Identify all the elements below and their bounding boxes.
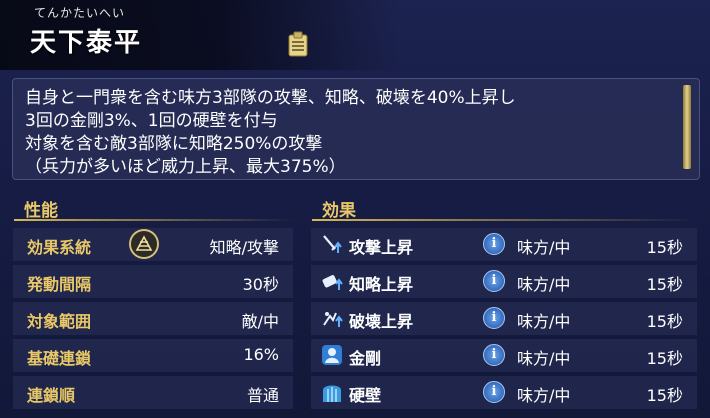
scrollbar-thumb[interactable]	[683, 85, 691, 169]
effect-duration: 15秒	[646, 349, 683, 368]
effect-row: 金剛 i 味方/中 15秒	[311, 339, 697, 372]
destruction-up-icon	[323, 312, 343, 327]
effects-panel: 攻撃上昇 i 味方/中 15秒 知略上昇 i 味方/中 15秒 破壊上昇 i 味…	[311, 228, 697, 410]
title-ruby: てんかたいへい	[34, 6, 126, 20]
info-icon[interactable]: i	[483, 381, 505, 403]
description-line: 自身と一門衆を含む味方3部隊の攻撃、知略、破壊を40%上昇し	[25, 88, 516, 108]
effect-target: 味方/中	[517, 349, 571, 368]
effect-target: 味方/中	[517, 386, 571, 405]
info-icon[interactable]: i	[483, 270, 505, 292]
info-icon[interactable]: i	[483, 344, 505, 366]
effect-duration: 15秒	[646, 386, 683, 405]
effect-duration: 15秒	[646, 312, 683, 331]
info-icon[interactable]: i	[483, 307, 505, 329]
performance-row-chain-order: 連鎖順 普通	[13, 376, 293, 409]
effect-duration: 15秒	[646, 275, 683, 294]
hard-wall-icon	[323, 385, 341, 402]
performance-label: 基礎連鎖	[27, 349, 92, 368]
effect-target: 味方/中	[517, 312, 571, 331]
performance-divider	[14, 219, 296, 221]
description-line: （兵力が多いほど威力上昇、最大375%）	[25, 157, 346, 177]
performance-row-effect-type: 効果系統 知略/攻撃	[13, 228, 293, 261]
performance-section-title: 性能	[24, 201, 58, 221]
performance-label: 効果系統	[27, 238, 92, 257]
effect-duration: 15秒	[646, 238, 683, 257]
description-line: 3回の金剛3%、1回の硬壁を付与	[25, 111, 278, 131]
performance-label: 対象範囲	[27, 312, 92, 331]
effect-row: 硬壁 i 味方/中 15秒	[311, 376, 697, 409]
effects-section-title: 効果	[322, 201, 356, 221]
performance-row-chain: 基礎連鎖 16%	[13, 339, 293, 372]
effect-name: 攻撃上昇	[349, 238, 414, 257]
attack-up-icon	[323, 235, 342, 253]
skill-description-box[interactable]: 自身と一門衆を含む味方3部隊の攻撃、知略、破壊を40%上昇し 3回の金剛3%、1…	[12, 78, 700, 180]
memo-icon[interactable]	[287, 30, 309, 58]
performance-value: 30秒	[242, 275, 279, 294]
effect-name: 破壊上昇	[349, 312, 414, 331]
info-icon[interactable]: i	[483, 233, 505, 255]
effect-name: 硬壁	[349, 386, 382, 405]
effect-row: 攻撃上昇 i 味方/中 15秒	[311, 228, 697, 261]
performance-row-interval: 発動間隔 30秒	[13, 265, 293, 298]
effect-name: 知略上昇	[349, 275, 414, 294]
strategy-up-icon	[322, 275, 343, 290]
performance-panel: 効果系統 知略/攻撃 発動間隔 30秒 対象範囲 敵/中 基礎連鎖 16% 連鎖…	[13, 228, 293, 410]
skill-description: 自身と一門衆を含む味方3部隊の攻撃、知略、破壊を40%上昇し 3回の金剛3%、1…	[25, 87, 665, 179]
performance-label: 発動間隔	[27, 275, 92, 294]
skill-title: 天下泰平	[30, 28, 143, 58]
diamond-guard-icon	[322, 345, 342, 365]
performance-value: 16%	[243, 345, 279, 364]
effect-target: 味方/中	[517, 238, 571, 257]
performance-value: 敵/中	[241, 312, 279, 331]
performance-label: 連鎖順	[27, 386, 76, 405]
effect-row: 破壊上昇 i 味方/中 15秒	[311, 302, 697, 335]
performance-row-range: 対象範囲 敵/中	[13, 302, 293, 335]
effect-name: 金剛	[349, 349, 382, 368]
effects-divider	[312, 219, 696, 221]
performance-value: 普通	[246, 386, 279, 405]
description-line: 対象を含む敵3部隊に知略250%の攻撃	[25, 134, 323, 154]
performance-value: 知略/攻撃	[209, 238, 279, 257]
effect-target: 味方/中	[517, 275, 571, 294]
strategy-type-icon	[129, 229, 159, 259]
effect-row: 知略上昇 i 味方/中 15秒	[311, 265, 697, 298]
